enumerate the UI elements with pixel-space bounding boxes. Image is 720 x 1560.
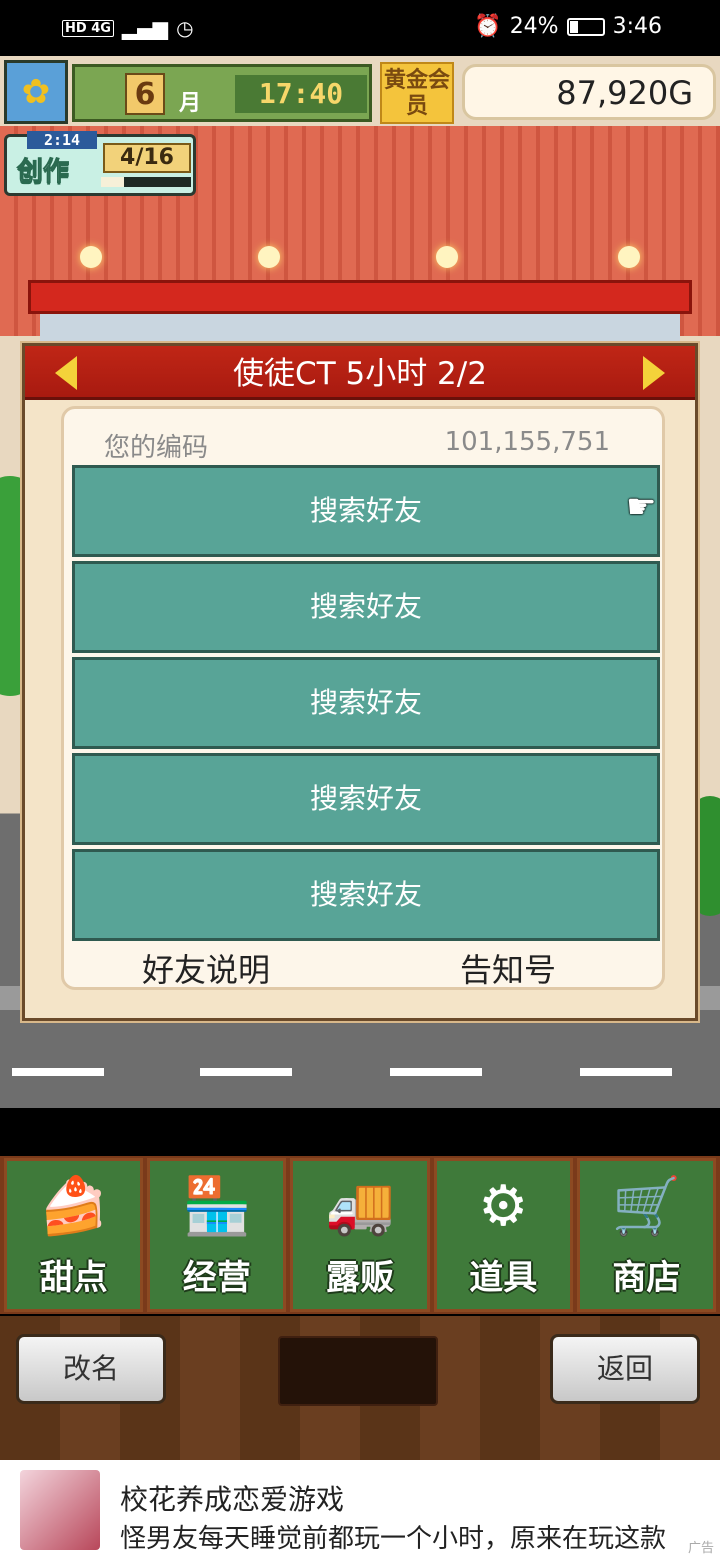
network-label: HD 4G [62, 19, 114, 37]
main-menu: 🍰 甜点 🏪 经营 🚚 露贩 ⚙ 道具 🛒 商店 [0, 1156, 720, 1314]
lamp-icon [258, 246, 280, 268]
alarm-icon: ⏰ [474, 14, 502, 39]
create-progress-fill [101, 177, 124, 187]
notice-number-link[interactable]: 告知号 [460, 945, 556, 991]
create-label: 创作 [16, 157, 70, 188]
shopping-cart-icon: 🛒 [611, 1174, 682, 1239]
month-number: 6 [125, 73, 165, 115]
road-marking [580, 1068, 672, 1076]
menu-spacer [0, 1108, 720, 1156]
create-progress-bar [101, 177, 191, 187]
dialog-header: 使徒CT 5小时 2/2 [25, 346, 695, 400]
center-slot [278, 1336, 438, 1406]
timer-icon: ◷ [176, 16, 194, 40]
search-friend-button[interactable]: 搜索好友 [72, 849, 660, 941]
lamp-icon [436, 246, 458, 268]
cake-icon: 🍰 [38, 1174, 109, 1239]
sunflower-icon[interactable]: ✿ [4, 60, 68, 124]
dialog-body: 您的编码 101,155,751 搜索好友 搜索好友 搜索好友 搜索好友 搜索好友 好友… [61, 406, 665, 990]
clock: 3:46 [612, 14, 662, 39]
lamp-icon [80, 246, 102, 268]
game-clock: 17:40 [235, 75, 367, 113]
battery-percent: 24% [509, 14, 559, 39]
shop-icon: 🏪 [181, 1174, 252, 1239]
menu-item-shopping-cart[interactable]: 🛒 商店 [576, 1158, 717, 1312]
arrow-right-icon[interactable] [643, 356, 665, 390]
gold-member-badge[interactable]: 黄金会员 [380, 62, 454, 124]
create-count: 4/16 [103, 143, 191, 173]
lamp-icon [618, 246, 640, 268]
menu-item-shop[interactable]: 🏪 经营 [147, 1158, 287, 1312]
menu-label: 甜点 [39, 1258, 108, 1298]
menu-label: 道具 [469, 1258, 538, 1298]
friend-list: 搜索好友 搜索好友 搜索好友 搜索好友 搜索好友 [72, 465, 660, 945]
menu-label: 经营 [182, 1258, 251, 1298]
items-bag-icon: ⚙ [478, 1174, 529, 1239]
menu-item-cake[interactable]: 🍰 甜点 [4, 1158, 144, 1312]
search-friend-button[interactable]: 搜索好友 [72, 753, 660, 845]
pointing-hand-icon: ☚ [626, 487, 657, 527]
road-marking [390, 1068, 482, 1076]
dialog-title: 使徒CT 5小时 2/2 [233, 356, 487, 392]
ad-thumbnail[interactable] [20, 1470, 100, 1550]
road-marking [12, 1068, 104, 1076]
friend-dialog: 使徒CT 5小时 2/2 您的编码 101,155,751 搜索好友 搜索好友 搜索… [22, 343, 698, 1021]
create-timer: 2:14 [27, 131, 97, 149]
your-code-label: 您的编码 [104, 433, 209, 463]
food-truck-icon: 🚚 [325, 1174, 395, 1239]
your-code-value: 101,155,751 [444, 427, 610, 457]
arrow-left-icon[interactable] [55, 356, 77, 390]
network-indicators: HD 4G ▂▄▆ ◷ [62, 16, 194, 40]
friend-help-link[interactable]: 好友说明 [142, 945, 270, 991]
status-bar: HD 4G ▂▄▆ ◷ ⏰ 24% 3:46 [0, 0, 720, 56]
menu-item-items-bag[interactable]: ⚙ 道具 [433, 1158, 573, 1312]
signal-icon: ▂▄▆ [121, 16, 169, 40]
ad-description[interactable]: 怪男友每天睡觉前都玩一个小时，原来在玩这款 [120, 1518, 710, 1555]
search-friend-button[interactable]: 搜索好友 [72, 561, 660, 653]
menu-item-food-truck[interactable]: 🚚 露贩 [290, 1158, 430, 1312]
search-friend-button[interactable]: 搜索好友 [72, 657, 660, 749]
menu-label: 商店 [612, 1258, 681, 1298]
search-friend-button[interactable]: 搜索好友 [72, 465, 660, 557]
awning-red-bar [28, 280, 692, 314]
month-unit: 月 [179, 91, 202, 116]
money-display: 87,920G [462, 64, 716, 120]
create-panel[interactable]: 2:14 创作 4/16 [4, 131, 196, 196]
battery-icon [566, 17, 605, 36]
ad-banner[interactable]: 校花养成恋爱游戏 怪男友每天睡觉前都玩一个小时，原来在玩这款 广告 [0, 1460, 720, 1560]
status-right: ⏰ 24% 3:46 [474, 14, 662, 39]
back-button[interactable]: 返回 [550, 1334, 700, 1404]
ad-title[interactable]: 校花养成恋爱游戏 [120, 1478, 344, 1518]
bottom-panel: 改名 返回 [0, 1316, 720, 1460]
calendar-panel: 6 月 17:40 [72, 64, 372, 122]
menu-label: 露贩 [326, 1258, 394, 1298]
ad-tag: 广告 [687, 1541, 714, 1556]
rename-button[interactable]: 改名 [16, 1334, 166, 1404]
road-marking [200, 1068, 292, 1076]
